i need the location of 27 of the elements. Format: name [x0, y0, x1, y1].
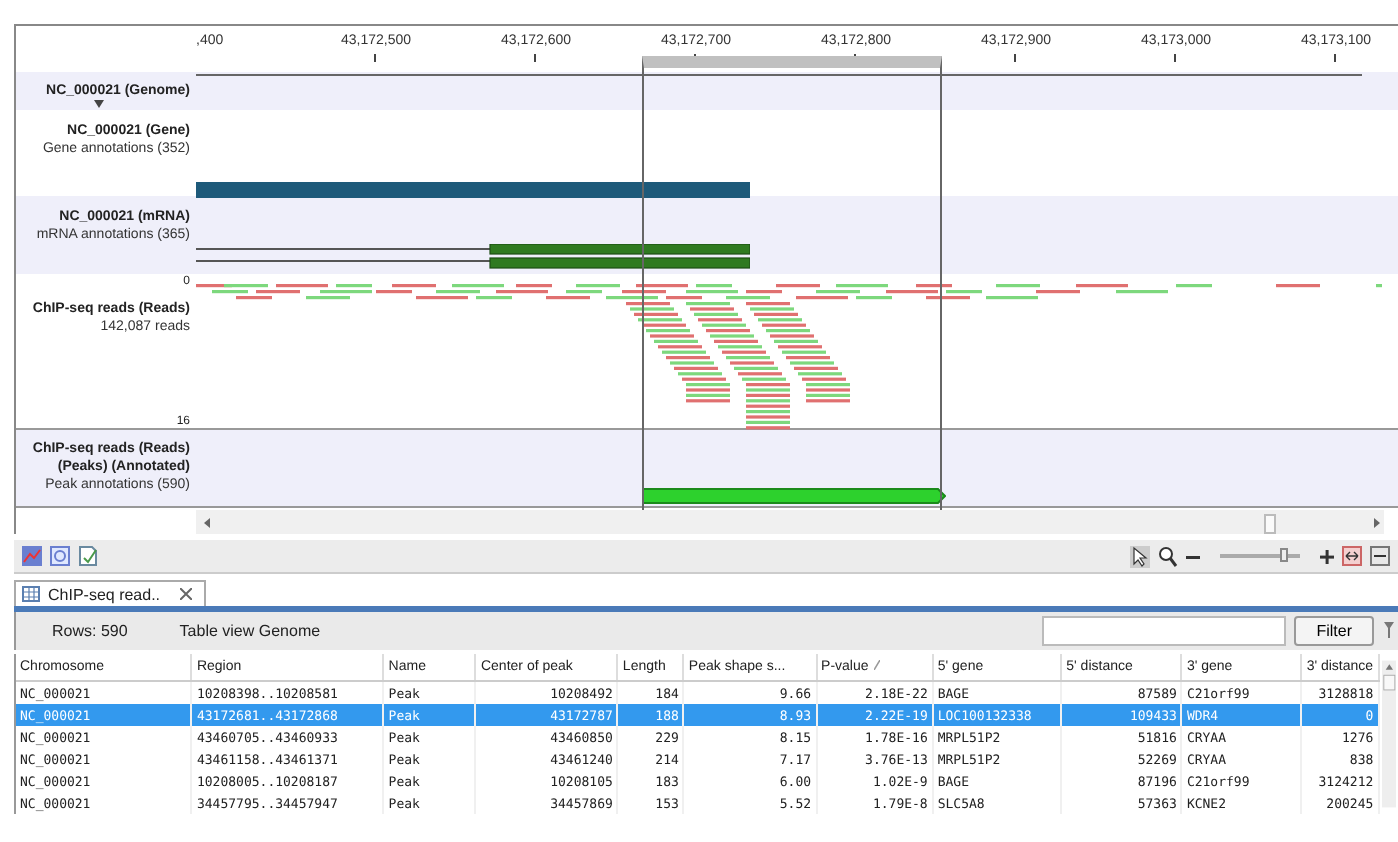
tick-mark: [374, 54, 376, 62]
pointer-icon: [1130, 545, 1150, 567]
tick-mark: [1334, 54, 1336, 62]
table-icon: [22, 586, 40, 602]
document-icon: [78, 546, 98, 566]
zoom-slider-thumb[interactable]: [1280, 548, 1288, 562]
scroll-left-icon: [204, 518, 210, 528]
table-view-icon: [50, 546, 70, 566]
chart-view-icon: [22, 546, 42, 566]
horizontal-scrollbar[interactable]: [196, 510, 1384, 534]
row-count: Rows: 590: [52, 622, 128, 640]
scroll-right-icon: [1374, 518, 1380, 528]
collapse-arrow-icon: [94, 100, 104, 108]
tick-mark: [1014, 54, 1016, 62]
filter-button[interactable]: Filter: [1294, 616, 1374, 646]
scrollbar-thumb[interactable]: [1264, 514, 1276, 534]
document-tab[interactable]: ChIP-seq read..: [14, 580, 207, 606]
filter-field[interactable]: [1042, 616, 1287, 646]
zoom-in-icon: [1320, 549, 1334, 563]
close-icon: [180, 588, 193, 600]
table-view-label: Table view Genome: [179, 622, 321, 640]
fit-region-icon: [1370, 546, 1390, 566]
tick-mark: [534, 54, 536, 62]
tick-mark: [1174, 54, 1176, 62]
zoom-icon: [1158, 545, 1178, 567]
fit-width-icon: [1342, 546, 1362, 566]
filter-icon: [1384, 622, 1394, 640]
